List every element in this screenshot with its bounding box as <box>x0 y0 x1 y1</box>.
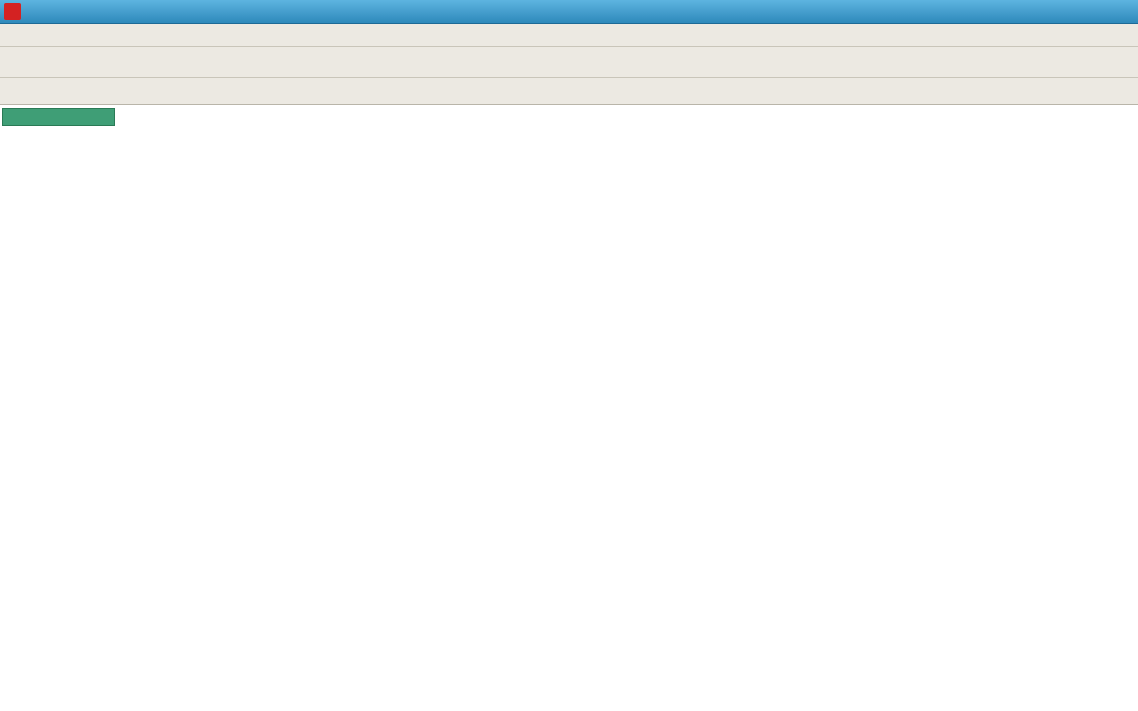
draw-toolbar <box>0 78 1138 105</box>
title-bar <box>0 0 1138 24</box>
gann-wheel-svg[interactable] <box>0 105 1138 706</box>
instrument-name <box>2 108 115 126</box>
gann-wheel-chart[interactable] <box>0 105 1138 706</box>
main-toolbar <box>0 47 1138 78</box>
parameter-panel <box>2 108 115 127</box>
app-logo <box>4 3 21 20</box>
menu-bar <box>0 24 1138 47</box>
